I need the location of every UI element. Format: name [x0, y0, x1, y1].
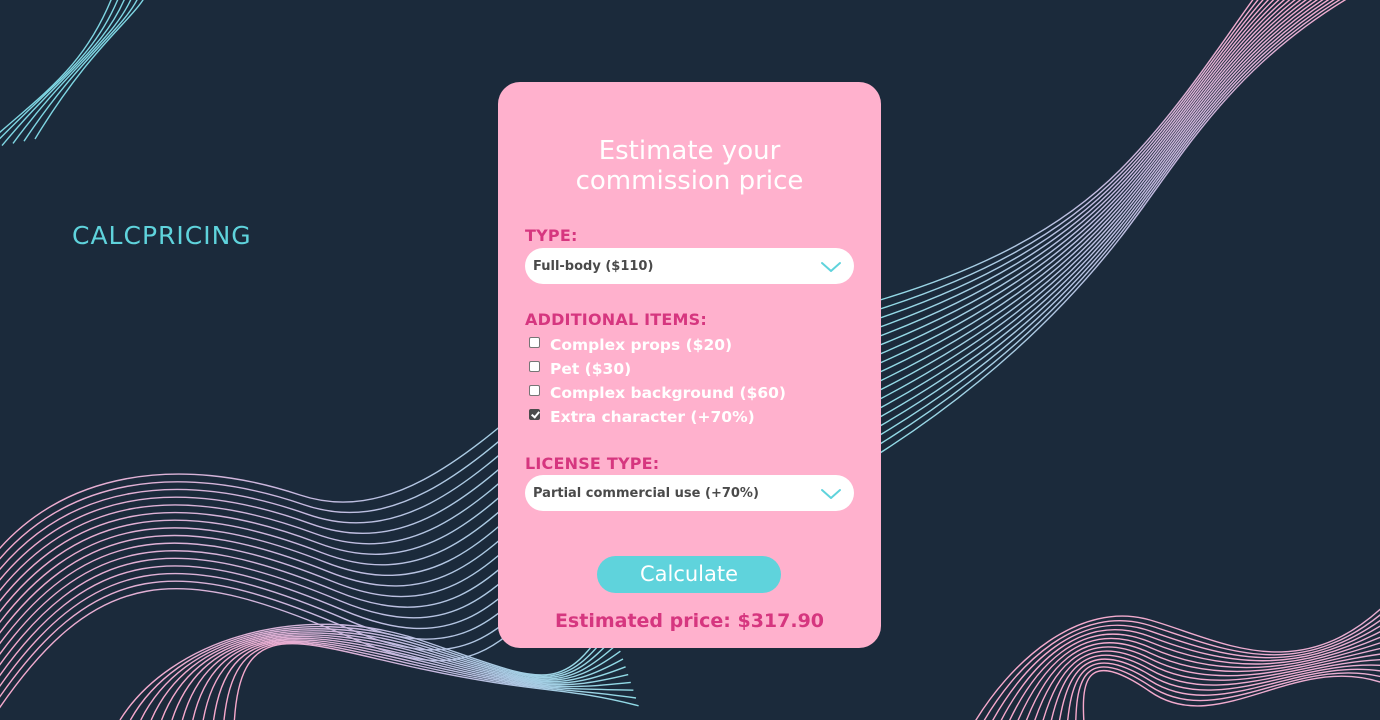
license-type-select[interactable]: Partial commercial use (+70%): [525, 475, 854, 511]
decorative-wave-line: [879, 0, 1341, 445]
complex-background-label[interactable]: Complex background ($60): [550, 384, 786, 402]
decorative-wave-line: [0, 0, 119, 140]
card-title: Estimate your commission price: [498, 136, 881, 196]
card-title-line-2: commission price: [575, 166, 804, 196]
chevron-down-icon: [821, 262, 841, 272]
decorative-wave-line: [1058, 658, 1380, 720]
additional-item-row: Extra character (+70%): [529, 405, 859, 429]
price-calculator-card: Estimate your commission price TYPE: Ful…: [498, 82, 881, 648]
additional-items-label: ADDITIONAL ITEMS:: [525, 310, 707, 329]
decorative-wave-line: [1050, 654, 1380, 720]
decorative-wave-line: [992, 619, 1380, 720]
complex-props-label[interactable]: Complex props ($20): [550, 336, 732, 354]
decorative-wave-line: [12, 0, 132, 144]
type-select-value: Full-body ($110): [533, 258, 654, 274]
chevron-down-icon: [821, 489, 841, 499]
license-type-label: LICENSE TYPE:: [525, 454, 660, 473]
extra-character-label[interactable]: Extra character (+70%): [550, 408, 755, 426]
pet-checkbox[interactable]: [529, 360, 540, 372]
estimated-price-text: Estimated price: $317.90: [554, 610, 825, 632]
additional-item-row: Complex props ($20): [529, 333, 859, 357]
page: CALCPRICING Estimate your commission pri…: [0, 0, 1380, 720]
type-label: TYPE:: [525, 226, 578, 245]
extra-character-checkbox[interactable]: [529, 408, 540, 420]
complex-props-checkbox[interactable]: [529, 336, 540, 348]
brand-logo-text: CALCPRICING: [72, 221, 252, 250]
complex-background-checkbox[interactable]: [529, 384, 540, 396]
decorative-wave-line: [879, 0, 1336, 436]
type-select[interactable]: Full-body ($110): [525, 248, 854, 284]
decorative-wave-line: [879, 0, 1259, 310]
card-title-line-1: Estimate your: [598, 136, 781, 166]
decorative-wave-line: [879, 0, 1347, 454]
additional-item-row: Complex background ($60): [529, 381, 859, 405]
decorative-wave-line: [879, 0, 1254, 301]
pet-label[interactable]: Pet ($30): [550, 360, 631, 378]
decorative-wave-line: [879, 0, 1286, 355]
calculate-button[interactable]: Calculate: [597, 556, 781, 593]
additional-item-row: Pet ($30): [529, 357, 859, 381]
decorative-wave-line: [879, 0, 1330, 427]
license-type-select-value: Partial commercial use (+70%): [533, 485, 759, 501]
decorative-wave-line: [34, 0, 144, 140]
additional-items-list: Complex props ($20) Pet ($30) Complex ba…: [529, 333, 859, 429]
decorative-wave-line: [1082, 669, 1380, 720]
decorative-wave-line: [879, 0, 1324, 418]
